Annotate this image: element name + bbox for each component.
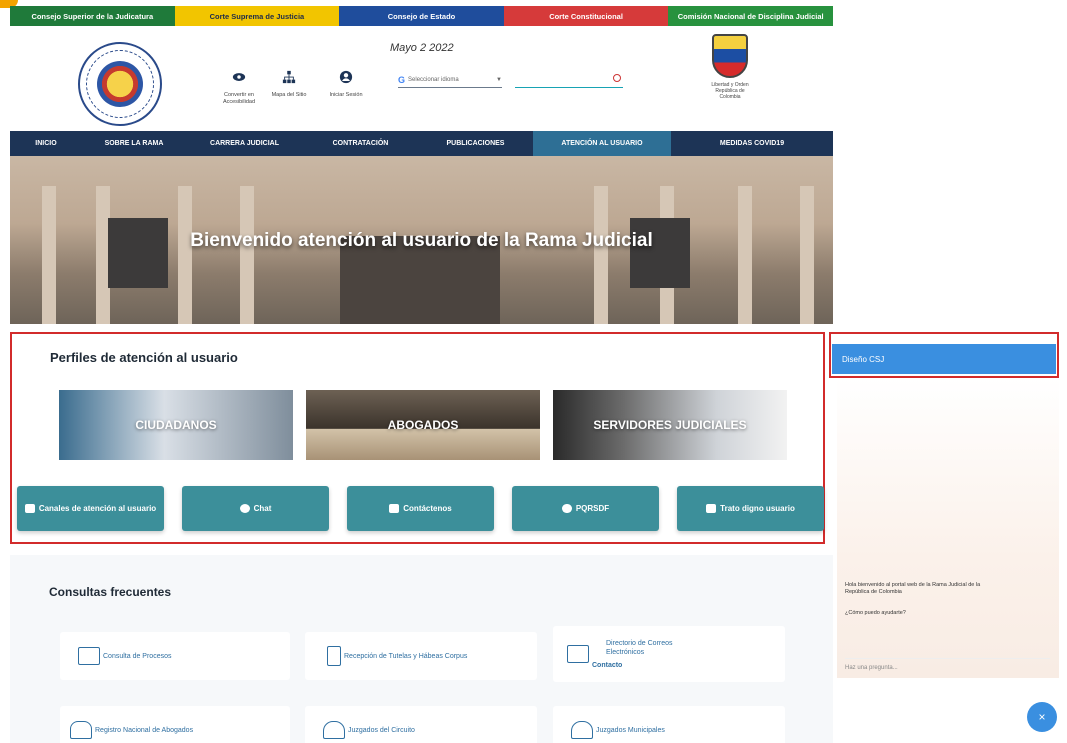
mail-icon xyxy=(389,504,400,513)
building-icon xyxy=(323,721,345,739)
hero-title: Bienvenido atención al usuario de la Ram… xyxy=(190,230,653,251)
faq-directorio-correos[interactable]: Directorio de Correos Electrónicos Conta… xyxy=(553,626,785,682)
faq-juzgados-municipales[interactable]: Juzgados Municipales xyxy=(553,706,785,743)
pqrsdf-button[interactable]: PQRSDF xyxy=(512,486,659,531)
faq-label: Juzgados del Circuito xyxy=(348,726,415,734)
profile-card-ciudadanos[interactable]: CIUDADANOS xyxy=(59,390,293,460)
faq-recepcion-tutelas[interactable]: Recepción de Tutelas y Hábeas Corpus xyxy=(305,632,537,680)
accessibility-button[interactable]: Convertir en Accesibilidad xyxy=(214,70,264,106)
current-date: Mayo 2 2022 xyxy=(390,42,454,54)
login-button[interactable]: Iniciar Sesión xyxy=(321,70,371,99)
profile-card-servidores-judiciales[interactable]: SERVIDORES JUDICIALES xyxy=(553,390,787,460)
nav-item-inicio[interactable]: INICIO xyxy=(10,131,82,156)
top-link[interactable]: Corte Constitucional xyxy=(503,6,669,26)
nav-item-carrera-judicial[interactable]: CARRERA JUDICIAL xyxy=(186,131,303,156)
document-lock-icon xyxy=(327,646,341,666)
main-nav: INICIO SOBRE LA RAMA CARRERA JUDICIAL CO… xyxy=(10,131,833,156)
button-label: Chat xyxy=(253,504,272,513)
eye-icon xyxy=(232,73,246,81)
faq-label: Recepción de Tutelas y Hábeas Corpus xyxy=(344,652,468,660)
faq-label: Directorio de Correos Electrónicos xyxy=(606,639,673,656)
top-link[interactable]: Corte Suprema de Justicia xyxy=(174,6,340,26)
user-icon xyxy=(339,70,353,84)
top-links-bar: Consejo Superior de la Judicatura Corte … xyxy=(10,6,833,26)
sitemap-icon xyxy=(282,70,296,84)
people-icon xyxy=(706,504,717,513)
google-icon: G xyxy=(398,74,406,85)
faq-label: Juzgados Municipales xyxy=(596,726,665,734)
faq-label: Registro Nacional de Abogados xyxy=(95,726,194,734)
profile-card-abogados[interactable]: ABOGADOS xyxy=(306,390,540,460)
faq-title: Consultas frecuentes xyxy=(49,585,172,599)
chat-input[interactable]: Haz una pregunta... xyxy=(845,658,1050,676)
canales-atencion-button[interactable]: Canales de atención al usuario xyxy=(17,486,164,531)
faq-registro-abogados[interactable]: Registro Nacional de Abogados xyxy=(60,706,290,743)
seal-ring xyxy=(86,50,154,118)
site-header: Mayo 2 2022 Convertir en Accesibilidad M… xyxy=(10,26,833,131)
button-label: Canales de atención al usuario xyxy=(38,504,157,513)
chat-bot-message: Hola bienvenido al portal web de la Rama… xyxy=(845,582,995,617)
chat-header-highlight xyxy=(829,332,1059,378)
paperclip-icon xyxy=(561,504,572,513)
scales-icon xyxy=(70,721,92,739)
profiles-title: Perfiles de atención al usuario xyxy=(50,350,238,365)
nav-item-contratacion[interactable]: CONTRATACIÓN xyxy=(303,131,418,156)
chat-close-button[interactable]: × xyxy=(1027,702,1057,732)
screen-icon xyxy=(24,504,35,513)
nav-item-atencion-al-usuario[interactable]: ATENCIÓN AL USUARIO xyxy=(533,131,671,156)
button-label: Trato digno usuario xyxy=(720,504,795,513)
nav-item-sobre-la-rama[interactable]: SOBRE LA RAMA xyxy=(82,131,186,156)
monitor-search-icon xyxy=(78,647,100,665)
language-select[interactable]: G Seleccionar idioma ▼ xyxy=(398,72,502,88)
mail-folder-icon xyxy=(567,645,589,663)
trato-digno-button[interactable]: Trato digno usuario xyxy=(677,486,824,531)
rama-judicial-seal-logo[interactable] xyxy=(78,42,162,126)
profile-card-label: CIUDADANOS xyxy=(135,418,217,432)
close-icon: × xyxy=(1038,710,1046,724)
hero-banner: Bienvenido atención al usuario de la Ram… xyxy=(10,156,833,324)
search-input[interactable] xyxy=(515,72,623,88)
tool-label: Mapa del Sitio xyxy=(271,92,307,98)
button-label: Contáctenos xyxy=(403,504,452,513)
faq-juzgados-circuito[interactable]: Juzgados del Circuito xyxy=(305,706,537,743)
tool-label: Iniciar Sesión xyxy=(329,92,363,98)
top-link[interactable]: Comisión Nacional de Disciplina Judicial xyxy=(668,6,833,26)
contactenos-button[interactable]: Contáctenos xyxy=(347,486,494,531)
chat-icon xyxy=(239,504,250,513)
coat-of-arms-icon xyxy=(712,34,748,78)
profile-card-label: ABOGADOS xyxy=(387,418,459,432)
top-link[interactable]: Consejo de Estado xyxy=(339,6,504,26)
building-icon xyxy=(571,721,593,739)
profile-card-label: SERVIDORES JUDICIALES xyxy=(593,418,747,432)
nav-item-publicaciones[interactable]: PUBLICACIONES xyxy=(418,131,533,156)
chat-message-greeting: Hola bienvenido al portal web de la Rama… xyxy=(845,582,981,595)
tool-label: Convertir en Accesibilidad xyxy=(222,92,256,105)
sitemap-button[interactable]: Mapa del Sitio xyxy=(264,70,314,99)
shield-caption: Libertad y Orden República de Colombia xyxy=(711,82,749,100)
faq-text-group: Directorio de Correos Electrónicos Conta… xyxy=(592,639,702,670)
faq-consulta-procesos[interactable]: Consulta de Procesos xyxy=(60,632,290,680)
chevron-down-icon: ▼ xyxy=(496,76,502,83)
colombia-shield-logo: Libertad y Orden República de Colombia xyxy=(705,34,755,100)
top-link[interactable]: Consejo Superior de la Judicatura xyxy=(10,6,175,26)
search-icon[interactable] xyxy=(613,74,621,82)
chat-message-question: ¿Cómo puedo ayudarte? xyxy=(845,610,906,616)
profiles-section: Perfiles de atención al usuario CIUDADAN… xyxy=(10,332,825,544)
chat-button[interactable]: Chat xyxy=(182,486,329,531)
chat-body xyxy=(837,378,1059,678)
language-select-label: Seleccionar idioma xyxy=(408,76,459,83)
faq-sublabel: Contacto xyxy=(592,661,623,669)
nav-item-medidas-covid19[interactable]: MEDIDAS COVID19 xyxy=(671,131,833,156)
button-label: PQRSDF xyxy=(575,504,610,513)
faq-label: Consulta de Procesos xyxy=(103,652,172,660)
